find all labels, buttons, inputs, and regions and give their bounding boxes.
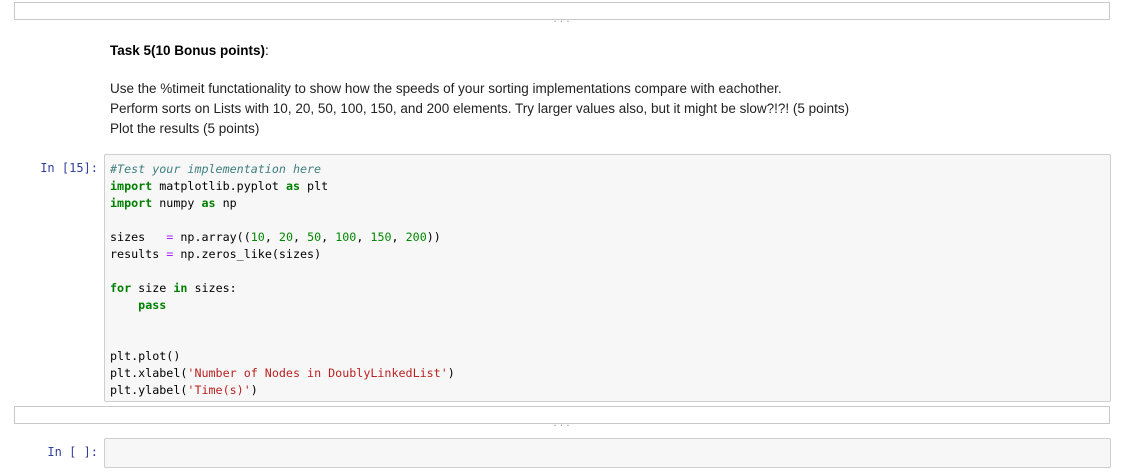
task-title: Task 5(10 Bonus points):	[110, 42, 1100, 60]
task-line: Use the %timeit functationality to show …	[110, 81, 782, 96]
code-line: import numpy as np	[110, 195, 1110, 212]
variable: sizes	[110, 230, 167, 244]
keyword: as	[201, 196, 216, 210]
code-line: plt.plot()	[110, 348, 1110, 365]
call-end: )	[447, 366, 455, 380]
code-comment: #Test your implementation here	[110, 162, 322, 176]
variable: size	[131, 281, 174, 295]
module-name: matplotlib.pyplot	[152, 179, 286, 193]
code-line: plt.xlabel('Number of Nodes in DoublyLin…	[110, 365, 1110, 382]
string-literal: 'Time(s)'	[187, 383, 251, 397]
call: plt.xlabel(	[110, 366, 188, 380]
task-description: Use the %timeit functationality to show …	[110, 79, 1100, 139]
number: 100	[335, 230, 357, 244]
number: 200	[405, 230, 427, 244]
collapsed-dots: ...	[552, 15, 572, 25]
call-end: )	[250, 383, 258, 397]
keyword: import	[110, 179, 153, 193]
cell-prompt: In [ ]:	[47, 445, 98, 459]
keyword: for	[110, 281, 132, 295]
alias: np	[215, 196, 237, 210]
keyword: pass	[138, 298, 167, 312]
call: plt.plot()	[110, 349, 181, 363]
string-literal: 'Number of Nodes in DoublyLinkedList'	[187, 366, 448, 380]
code-line: sizes = np.array((10, 20, 50, 100, 150, …	[110, 230, 441, 244]
call: np.zeros_like(sizes)	[173, 247, 322, 261]
number: 20	[278, 230, 293, 244]
keyword: as	[285, 179, 301, 193]
collapsed-output-bar[interactable]: ...	[14, 406, 1110, 429]
code-line: #Test your implementation here	[110, 161, 1110, 178]
code-line: import matplotlib.pyplot as plt	[110, 178, 1110, 195]
task-title-colon: :	[265, 43, 269, 58]
markdown-cell[interactable]: Task 5(10 Bonus points): Use the %timeit…	[110, 38, 1100, 139]
collapsed-output-bar[interactable]: ...	[14, 2, 1110, 25]
cell-prompt: In [15]:	[40, 161, 98, 175]
module-name: numpy	[152, 196, 202, 210]
number: 10	[250, 230, 265, 244]
code-line: for size in sizes:	[110, 280, 1110, 297]
empty-code-editor[interactable]	[104, 438, 1111, 468]
keyword: in	[173, 281, 188, 295]
number: 50	[307, 230, 322, 244]
keyword: import	[110, 196, 153, 210]
code-line: plt.ylabel('Time(s)')	[110, 382, 1110, 399]
number: 150	[370, 230, 392, 244]
task-line: Plot the results (5 points)	[110, 121, 260, 136]
code-line: pass	[110, 297, 1110, 314]
call: plt.ylabel(	[110, 383, 188, 397]
alias: plt	[300, 179, 329, 193]
task-line: Perform sorts on Lists with 10, 20, 50, …	[110, 101, 850, 116]
task-title-text: Task 5(10 Bonus points)	[110, 43, 266, 58]
iterable: sizes:	[187, 281, 237, 295]
collapsed-dots: ...	[552, 419, 572, 429]
code-line: results = np.zeros_like(sizes)	[110, 246, 1110, 263]
code-editor[interactable]: #Test your implementation here import mat…	[104, 154, 1111, 402]
code-text: #Test your implementation here import mat…	[105, 155, 1110, 399]
variable: results	[110, 247, 167, 261]
call: np.array((	[173, 230, 251, 244]
call-end: ))	[426, 230, 441, 244]
